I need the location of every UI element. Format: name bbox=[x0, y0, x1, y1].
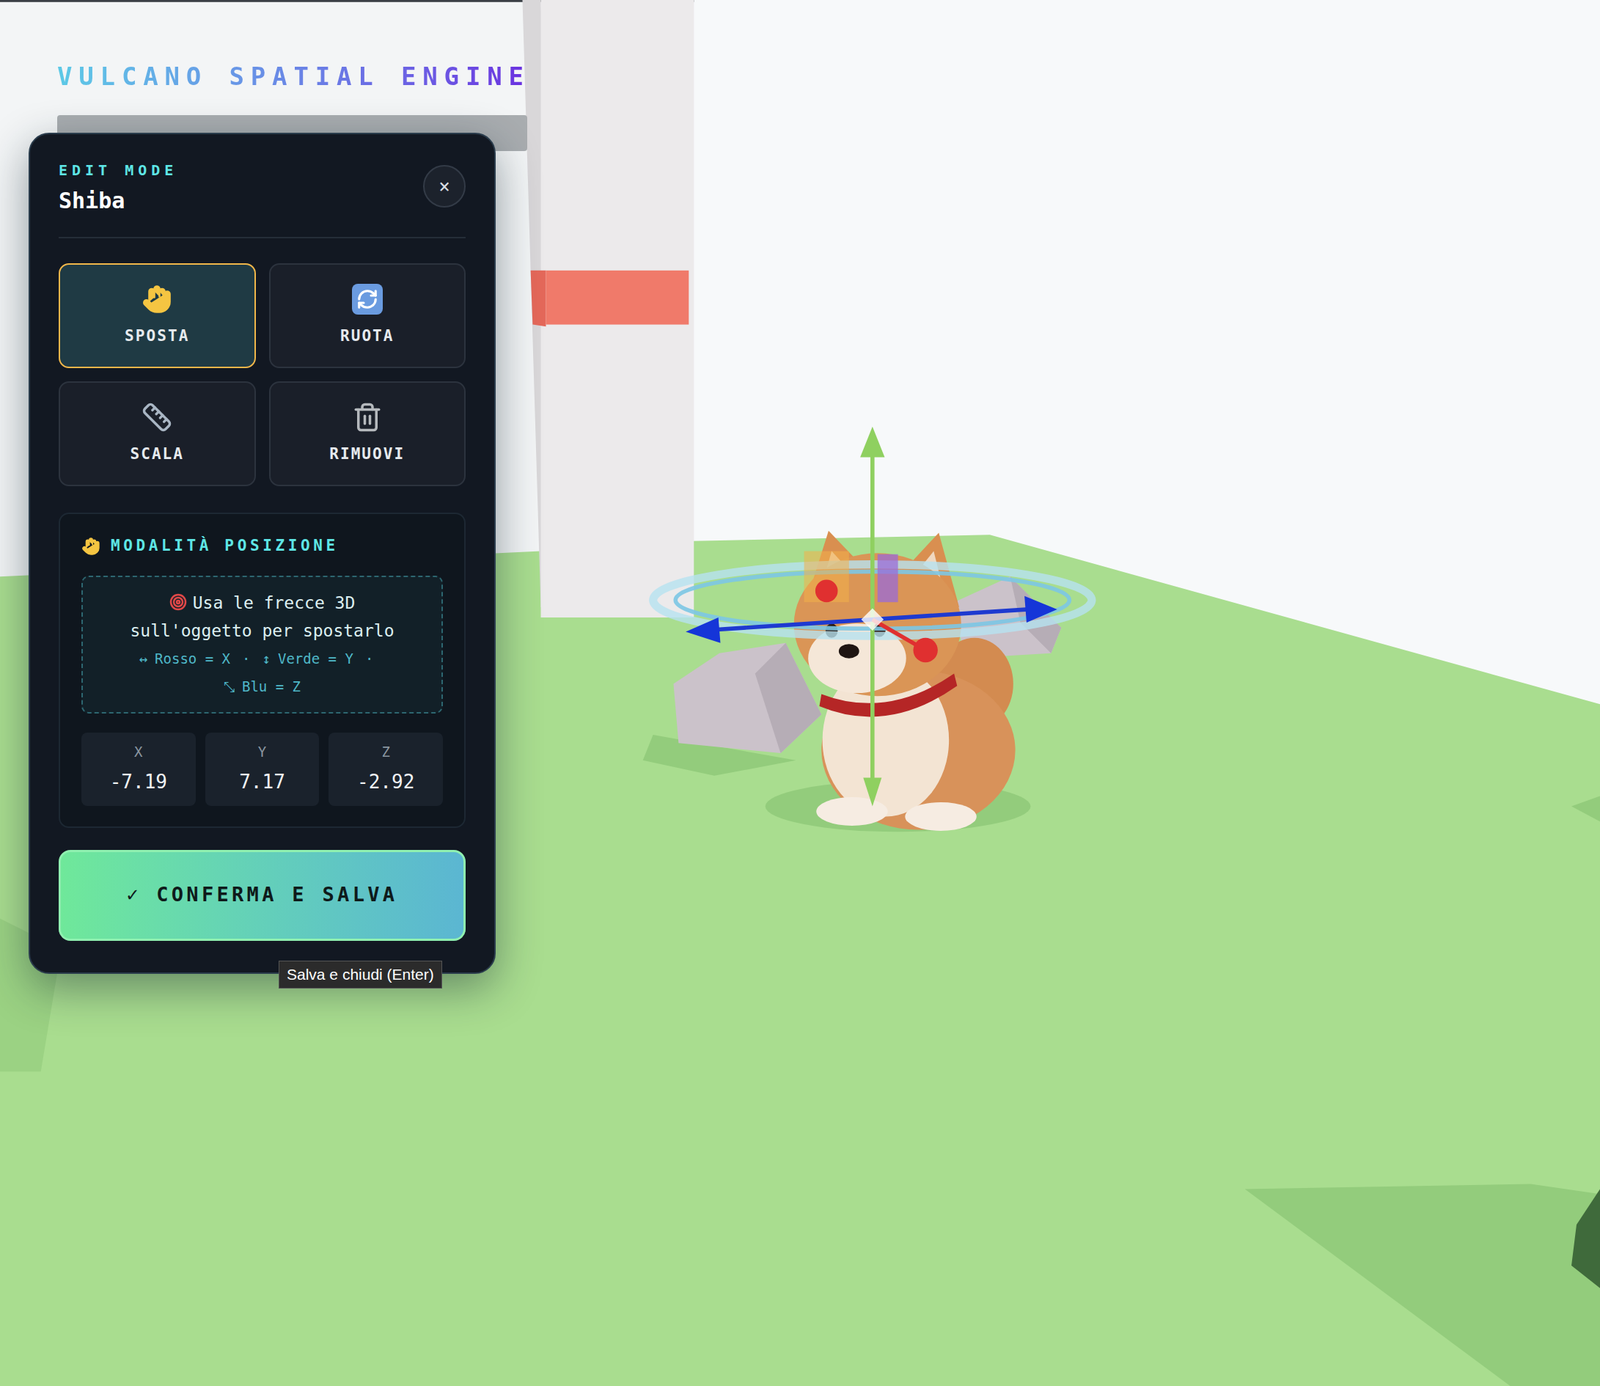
target-icon bbox=[169, 593, 187, 611]
pillar bbox=[522, 0, 694, 618]
legend-item: ↕Verde = Y bbox=[262, 644, 354, 673]
legend-item: ⤡Blu = Z bbox=[223, 672, 301, 701]
tool-button[interactable]: RUOTA bbox=[269, 263, 467, 369]
app-title: VULCANO SPATIAL ENGINE bbox=[57, 60, 531, 93]
edit-panel: EDIT MODE Shiba × SPOSTA RUOTA SCALA RIMUOVI MO… bbox=[28, 132, 496, 974]
position-section: MODALITÀ POSIZIONE Usa le frecce 3D sull'… bbox=[58, 512, 466, 828]
section-title: MODALITÀ POSIZIONE bbox=[81, 534, 443, 559]
axis-legend: ↔Rosso = X·↕Verde = Y·⤡Blu = Z bbox=[112, 644, 413, 701]
hint-text: Usa le frecce 3D sull'oggetto per sposta… bbox=[112, 588, 413, 645]
tool-label: SCALA bbox=[129, 442, 185, 467]
tool-button[interactable]: SPOSTA bbox=[58, 263, 256, 369]
trash-icon bbox=[351, 401, 383, 433]
hint-box: Usa le frecce 3D sull'oggetto per sposta… bbox=[81, 575, 443, 714]
rotate-icon bbox=[351, 283, 383, 315]
app: VULCANO SPATIAL ENGINE EDIT MODE Shiba × SPO… bbox=[0, 0, 1600, 1386]
tool-label: RIMUOVI bbox=[329, 442, 405, 467]
coord-cell: Y7.17 bbox=[205, 732, 320, 806]
hand-icon bbox=[141, 283, 173, 315]
coord-row: X-7.19Y7.17Z-2.92 bbox=[81, 732, 443, 806]
confirm-button[interactable]: ✓CONFERMA E SALVA bbox=[58, 849, 466, 941]
object-name: Shiba bbox=[58, 186, 178, 215]
tool-grid: SPOSTA RUOTA SCALA RIMUOVI bbox=[58, 263, 466, 487]
legend-item: ↔Rosso = X bbox=[139, 644, 231, 673]
tooltip: Salva e chiudi (Enter) bbox=[278, 960, 443, 989]
translate-gizmo[interactable] bbox=[653, 426, 1092, 807]
tool-label: RUOTA bbox=[340, 324, 395, 349]
coord-cell: Z-2.92 bbox=[328, 732, 443, 806]
coord-cell: X-7.19 bbox=[81, 732, 196, 806]
tool-button[interactable]: SCALA bbox=[58, 381, 256, 487]
tool-button[interactable]: RIMUOVI bbox=[269, 381, 467, 487]
ruler-icon bbox=[141, 401, 173, 433]
hand-icon bbox=[81, 536, 101, 556]
close-button[interactable]: × bbox=[423, 164, 466, 208]
panel-header: EDIT MODE Shiba × bbox=[58, 159, 466, 239]
tool-label: SPOSTA bbox=[124, 324, 190, 349]
mode-label: EDIT MODE bbox=[58, 159, 178, 182]
